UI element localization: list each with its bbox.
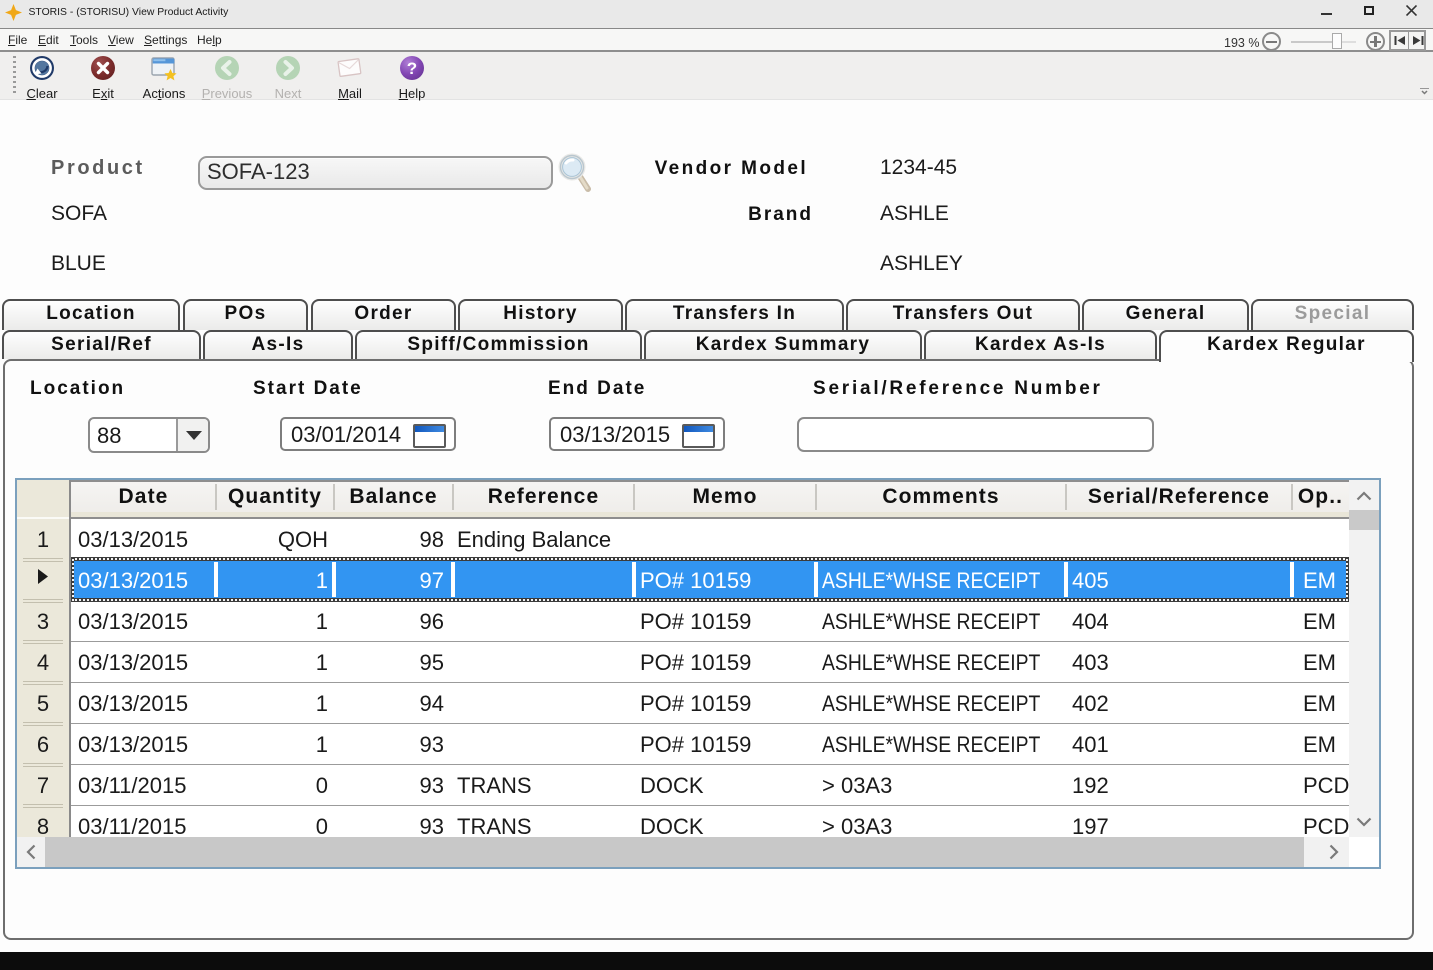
svg-text:?: ? — [407, 59, 417, 78]
